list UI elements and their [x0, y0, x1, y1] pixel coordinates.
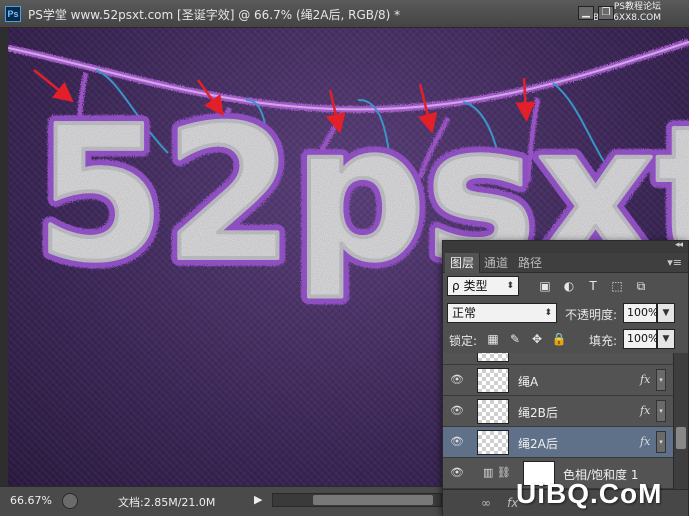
tab-layers[interactable]: 图层 [445, 253, 481, 273]
tab-channels[interactable]: 通道 [479, 253, 513, 273]
expand-effects-caret-icon[interactable]: ▾ [656, 431, 666, 453]
layer-name[interactable]: 绳2B后 [518, 404, 558, 421]
layers-list: 👁 绳A fx ▾ 👁 绳2B后 fx ▾ 👁 绳2A后 fx ▾ 👁 ▥ ⛓ … [443, 353, 673, 489]
site-watermark: UiBQ.CoM [516, 478, 663, 509]
tab-paths[interactable]: 路径 [513, 253, 547, 273]
fx-icon[interactable]: fx [640, 404, 650, 417]
fx-icon[interactable]: fx [640, 373, 650, 386]
layer-name[interactable]: 绳2A后 [518, 435, 558, 452]
zoom-readout[interactable]: 66.67% [10, 494, 52, 507]
adjustment-filter-icon[interactable]: ◐ [561, 278, 577, 294]
horizontal-scrollbar-thumb[interactable] [313, 495, 433, 505]
restore-button[interactable]: ❐ [598, 6, 614, 20]
canvas-left-edge [0, 28, 8, 486]
link-layers-icon[interactable]: ∞ [481, 496, 491, 510]
lock-label: 锁定: [449, 334, 478, 348]
visibility-eye-icon[interactable]: 👁 [449, 373, 465, 387]
chevron-down-icon: ⬍ [506, 281, 514, 291]
lock-all-icon[interactable]: 🔒 [551, 331, 567, 347]
filter-kind-value: 类型 [463, 279, 488, 293]
blend-row: 正常 ⬍ 不透明度: 100% ▼ [443, 301, 688, 325]
status-info-icon[interactable] [62, 493, 78, 509]
document-size-info: 文档:2.85M/21.0M [118, 496, 216, 509]
layer-thumbnail [477, 368, 509, 393]
panel-menu-icon[interactable]: ▾≡ [667, 256, 682, 269]
fx-icon[interactable]: fx [640, 435, 650, 448]
status-menu-arrow-icon[interactable]: ▶ [254, 493, 262, 506]
shape-filter-icon[interactable]: ⬚ [609, 278, 625, 294]
visibility-eye-icon[interactable]: 👁 [449, 466, 465, 480]
search-icon: ρ [452, 279, 460, 293]
lock-transparent-pixels-icon[interactable]: ▦ [485, 331, 501, 347]
panel-header-strip: ◂◂ [443, 240, 688, 253]
adjustment-layer-icon: ▥ ⛓ [483, 466, 511, 479]
lock-row: 锁定: ▦ ✎ ✥ 🔒 填充: 100% ▼ [443, 329, 688, 351]
image-filter-icon[interactable]: ▣ [537, 278, 553, 294]
layer-name[interactable]: 绳A [518, 373, 538, 390]
opacity-label: 不透明度: [565, 308, 618, 322]
fill-input[interactable]: 100% [623, 329, 658, 349]
document-title: PS学堂 www.52psxt.com [圣诞字效] @ 66.7% (绳2A后… [28, 8, 401, 22]
layer-row-rope-2a-back[interactable]: 👁 绳2A后 fx ▾ [443, 427, 673, 458]
panel-tabs: 图层 通道 路径 ▾≡ [443, 253, 688, 273]
layers-panel: ◂◂ 图层 通道 路径 ▾≡ ρ 类型 ⬍ ▣ ◐ T ⬚ ⧉ 正常 ⬍ 不透明… [442, 240, 689, 516]
opacity-input[interactable]: 100% [623, 303, 658, 323]
layer-filter-row: ρ 类型 ⬍ ▣ ◐ T ⬚ ⧉ [443, 275, 688, 299]
chevron-down-icon: ⬍ [544, 308, 552, 318]
layer-thumbnail [477, 399, 509, 424]
layer-row-rope-2b-back[interactable]: 👁 绳2B后 fx ▾ [443, 396, 673, 427]
blend-mode-value: 正常 [452, 306, 477, 320]
visibility-eye-icon[interactable]: 👁 [449, 404, 465, 418]
layers-vertical-scrollbar[interactable] [673, 353, 688, 489]
type-filter-icon[interactable]: T [585, 278, 601, 294]
window-titlebar: Ps PS学堂 www.52psxt.com [圣诞字效] @ 66.7% (绳… [0, 0, 689, 28]
lock-position-icon[interactable]: ✥ [529, 331, 545, 347]
layer-filter-dropdown[interactable]: ρ 类型 ⬍ [447, 276, 519, 296]
smart-object-filter-icon[interactable]: ⧉ [633, 278, 649, 294]
collapse-panel-icon[interactable]: ◂◂ [675, 240, 683, 250]
photoshop-logo-icon: Ps [5, 6, 21, 22]
lock-image-pixels-icon[interactable]: ✎ [507, 331, 523, 347]
layer-thumbnail [477, 353, 509, 362]
layers-scrollbar-thumb[interactable] [676, 427, 686, 449]
layer-thumbnail [477, 430, 509, 455]
horizontal-scrollbar[interactable] [272, 493, 442, 507]
fill-label: 填充: [589, 334, 618, 348]
opacity-dropdown-caret[interactable]: ▼ [657, 303, 675, 323]
minimize-button[interactable]: ▁ [578, 6, 594, 20]
layer-row-partial[interactable] [443, 353, 673, 365]
fill-dropdown-caret[interactable]: ▼ [657, 329, 675, 349]
layer-row-rope-a[interactable]: 👁 绳A fx ▾ [443, 365, 673, 396]
expand-effects-caret-icon[interactable]: ▾ [656, 369, 666, 391]
blend-mode-dropdown[interactable]: 正常 ⬍ [447, 303, 557, 323]
visibility-eye-icon[interactable]: 👁 [449, 435, 465, 449]
expand-effects-caret-icon[interactable]: ▾ [656, 400, 666, 422]
